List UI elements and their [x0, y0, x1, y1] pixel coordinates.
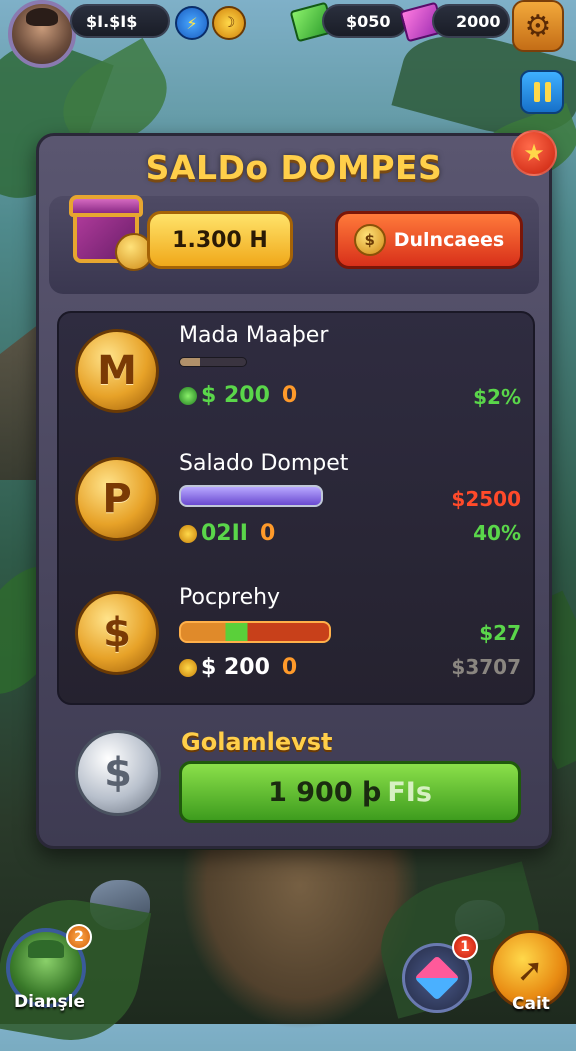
- panel-title: SALDo DOMPES: [145, 148, 443, 187]
- lightning-icon[interactable]: ⚡: [175, 6, 209, 40]
- row-value: $ 200 0: [179, 655, 297, 680]
- currency-pill: $050: [322, 4, 408, 38]
- settings-button[interactable]: ⚙: [512, 0, 564, 52]
- coin-icon[interactable]: ☽: [212, 6, 246, 40]
- character-label: Dianşle: [14, 992, 85, 1012]
- gear-icon: ⚙: [524, 8, 552, 44]
- coin-icon: [179, 524, 197, 543]
- footer-label: Golamlevst: [181, 728, 333, 756]
- row-name: Salado Dompet: [179, 451, 349, 476]
- wallet-panel: SALDo DOMPES ★ 1.300 H $ Dulncaees M Mad…: [36, 130, 557, 849]
- treasure-chest-icon: [67, 191, 153, 271]
- currency-value: $I.$I$: [86, 11, 138, 31]
- currency-value: $050: [346, 11, 391, 31]
- pause-icon: [533, 82, 540, 102]
- row-value-suffix: 0: [281, 655, 298, 680]
- star-badge-icon[interactable]: ★: [511, 130, 557, 176]
- cube-icon: [414, 955, 460, 1001]
- player-avatar[interactable]: [8, 0, 76, 68]
- action-button-label: Dulncaees: [393, 229, 505, 251]
- row-value-text: $ 200: [201, 383, 270, 408]
- pause-button[interactable]: [520, 70, 564, 114]
- progress-bar: [179, 485, 323, 507]
- row-name: Mada Maaþer: [179, 323, 329, 348]
- row-name: Pocprehy: [179, 585, 281, 610]
- row-stat-2: 40%: [473, 521, 521, 545]
- row-value: $ 200 0: [179, 383, 297, 408]
- row-stat-2: $2%: [473, 385, 521, 409]
- list-item[interactable]: $ Pocprehy $ 200 0 $27 $3707: [59, 575, 533, 703]
- currency-value: 2000: [456, 11, 501, 31]
- row-value-text: $ 200: [201, 655, 270, 680]
- green-orb-icon: [179, 386, 197, 405]
- row-stat-1: $27: [479, 621, 521, 645]
- list-item[interactable]: M Mada Maaþer $ 200 0 $2%: [59, 313, 533, 441]
- gold-coin-icon: P: [75, 457, 159, 541]
- coin-icon: [179, 658, 197, 677]
- collect-value: 1 900 þ: [268, 776, 382, 808]
- collect-suffix: FIs: [387, 776, 432, 808]
- row-value-suffix: 0: [281, 383, 298, 408]
- shop-label: Cait: [512, 994, 550, 1014]
- list-item[interactable]: P Salado Dompet 02II 0 $2500 40%: [59, 441, 533, 569]
- progress-bar: [179, 357, 247, 367]
- row-value-text: 02II: [201, 521, 248, 546]
- notification-badge: 2: [66, 924, 92, 950]
- pause-icon: [544, 82, 551, 102]
- silver-coin-icon: $: [75, 730, 161, 816]
- progress-bar: [179, 621, 331, 643]
- collect-button[interactable]: 1 900 þ FIs: [179, 761, 521, 823]
- action-button[interactable]: $ Dulncaees: [335, 211, 523, 269]
- balance-value: 1.300 H: [172, 227, 268, 253]
- gold-coin-icon: $: [75, 591, 159, 675]
- wallet-list: M Mada Maaþer $ 200 0 $2% P Salado Dompe…: [57, 311, 535, 705]
- gold-coin-icon: M: [75, 329, 159, 413]
- notification-badge: 1: [452, 934, 478, 960]
- row-stat-2: $3707: [451, 655, 521, 679]
- balance-button[interactable]: 1.300 H: [147, 211, 293, 269]
- currency-pill: 2000: [432, 4, 510, 38]
- row-value: 02II 0: [179, 521, 275, 546]
- row-stat-1: $2500: [451, 487, 521, 511]
- coin-icon: $: [353, 224, 386, 256]
- arrow-icon: ➚: [516, 951, 544, 989]
- currency-pill: $I.$I$: [70, 4, 170, 38]
- row-value-suffix: 0: [260, 521, 276, 546]
